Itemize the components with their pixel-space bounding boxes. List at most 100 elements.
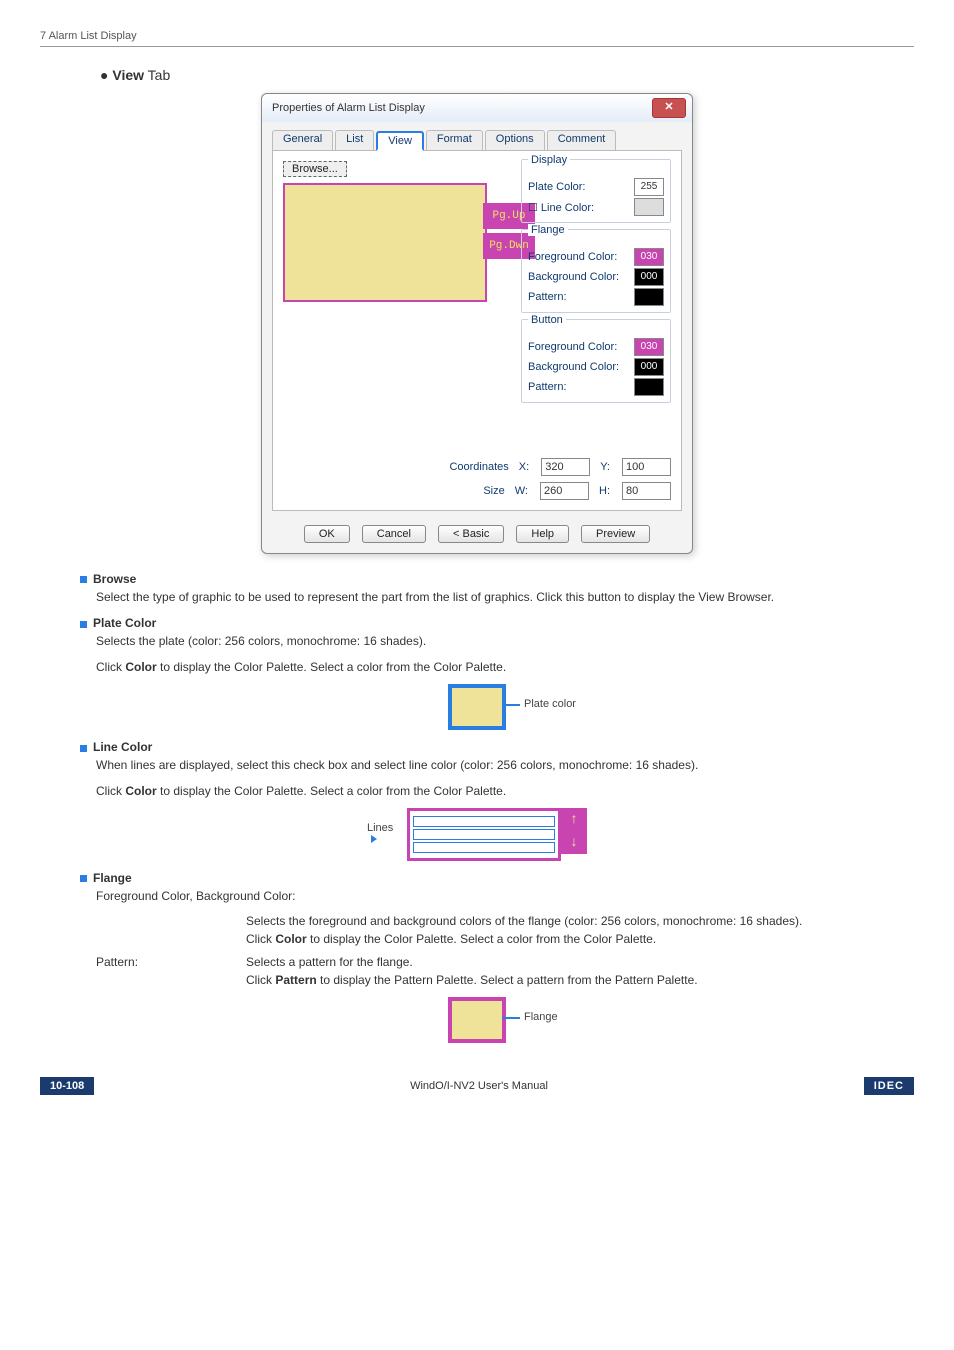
dialog-titlebar: Properties of Alarm List Display ✕ xyxy=(262,94,692,122)
close-icon[interactable]: ✕ xyxy=(652,98,686,118)
down-arrow-icon: ↓ xyxy=(561,831,587,854)
flange-figure-label: Flange xyxy=(524,1011,558,1023)
button-pattern-label: Pattern: xyxy=(528,381,567,393)
page-header: 7 Alarm List Display xyxy=(40,30,914,47)
button-bg-label: Background Color: xyxy=(528,361,619,373)
flange-row2-body: Selects a pattern for the flange. xyxy=(246,954,914,971)
w-input[interactable]: 260 xyxy=(540,482,589,500)
flange-heading: Flange xyxy=(80,871,914,885)
square-icon xyxy=(80,621,87,628)
flange-group: Flange Foreground Color: 030 Background … xyxy=(521,229,671,313)
flange-pattern-row-label: Pattern: xyxy=(96,954,246,989)
line-color-label: Line Color: xyxy=(541,202,594,214)
brand-badge: IDEC xyxy=(864,1077,914,1095)
line-heading: Line Color xyxy=(80,740,914,754)
button-bg-swatch[interactable]: 000 xyxy=(634,358,664,376)
tab-general[interactable]: General xyxy=(272,130,333,150)
x-input[interactable]: 320 xyxy=(541,458,590,476)
leader-line xyxy=(502,1017,520,1019)
basic-button[interactable]: < Basic xyxy=(438,525,504,543)
h-label: H: xyxy=(599,485,610,497)
w-label: W: xyxy=(515,485,528,497)
flange-figure: Flange xyxy=(448,997,506,1043)
coords-label: Coordinates xyxy=(449,461,508,473)
line-color-checkbox[interactable]: ☐ Line Color: xyxy=(528,201,594,214)
preview-area: Pg.Up Pg.Dwn xyxy=(283,183,487,302)
dialog-title: Properties of Alarm List Display xyxy=(272,102,425,114)
flange-pattern-label: Pattern: xyxy=(528,291,567,303)
plate-figure-label: Plate color xyxy=(524,698,576,710)
tab-content: Browse... Pg.Up Pg.Dwn Display Plate Col… xyxy=(272,151,682,511)
page-footer: 10-108 WindO/I-NV2 User's Manual IDEC xyxy=(0,1071,954,1101)
help-button[interactable]: Help xyxy=(516,525,569,543)
flange-legend: Flange xyxy=(528,224,568,236)
line-body-1: When lines are displayed, select this ch… xyxy=(96,757,914,774)
ok-button[interactable]: OK xyxy=(304,525,350,543)
section-title-rest: Tab xyxy=(144,67,170,83)
x-label: X: xyxy=(519,461,529,473)
coordinates-row: Coordinates X: 320 Y: 100 xyxy=(283,458,671,476)
button-pattern-swatch[interactable] xyxy=(634,378,664,396)
up-arrow-icon: ↑ xyxy=(561,808,587,831)
plate-heading: Plate Color xyxy=(80,616,914,630)
size-label: Size xyxy=(483,485,504,497)
flange-bg-swatch[interactable]: 000 xyxy=(634,268,664,286)
flange-row2-body2: Click Pattern to display the Pattern Pal… xyxy=(246,972,914,989)
plate-color-swatch[interactable]: 255 xyxy=(634,178,664,196)
section-title-bold: View xyxy=(112,67,144,83)
plate-figure: Plate color xyxy=(448,684,506,730)
tab-format[interactable]: Format xyxy=(426,130,483,150)
browse-heading: Browse xyxy=(80,572,914,586)
lines-figure: Lines ↑ ↓ xyxy=(367,808,587,861)
button-group: Button Foreground Color: 030 Background … xyxy=(521,319,671,403)
button-fg-swatch[interactable]: 030 xyxy=(634,338,664,356)
section-title: ● View Tab xyxy=(100,67,914,83)
cancel-button[interactable]: Cancel xyxy=(362,525,426,543)
h-input[interactable]: 80 xyxy=(622,482,671,500)
lines-figure-label: Lines xyxy=(367,822,401,846)
leader-line xyxy=(502,704,520,706)
flange-row2: Pattern: Selects a pattern for the flang… xyxy=(96,954,914,989)
y-label: Y: xyxy=(600,461,610,473)
flange-fg-swatch[interactable]: 030 xyxy=(634,248,664,266)
dialog-tabs: General List View Format Options Comment xyxy=(272,130,682,151)
flange-row1-body2: Click Color to display the Color Palette… xyxy=(246,931,914,948)
square-icon xyxy=(80,745,87,752)
bullet: ● xyxy=(100,67,108,83)
size-row: Size W: 260 H: 80 xyxy=(283,482,671,500)
square-icon xyxy=(80,576,87,583)
flange-row1-label: Foreground Color, Background Color: xyxy=(96,888,914,905)
flange-fg-label: Foreground Color: xyxy=(528,251,617,263)
flange-row1: Selects the foreground and background co… xyxy=(96,913,914,948)
line-row xyxy=(413,816,555,827)
right-column: Display Plate Color: 255 ☐ Line Color: F… xyxy=(521,159,671,409)
square-icon xyxy=(80,875,87,882)
line-body-2: Click Color to display the Color Palette… xyxy=(96,783,914,800)
line-color-swatch[interactable] xyxy=(634,198,664,216)
dialog-body: General List View Format Options Comment… xyxy=(262,122,692,515)
page-number: 10-108 xyxy=(40,1077,94,1095)
lines-preview-box xyxy=(407,808,561,861)
line-row xyxy=(413,829,555,840)
tab-view[interactable]: View xyxy=(376,131,424,151)
flange-pattern-swatch[interactable] xyxy=(634,288,664,306)
lines-buttons: ↑ ↓ xyxy=(561,808,587,861)
line-row xyxy=(413,842,555,853)
button-legend: Button xyxy=(528,314,566,326)
plate-color-label: Plate Color: xyxy=(528,181,585,193)
button-fg-label: Foreground Color: xyxy=(528,341,617,353)
tab-options[interactable]: Options xyxy=(485,130,545,150)
properties-dialog: Properties of Alarm List Display ✕ Gener… xyxy=(261,93,693,554)
y-input[interactable]: 100 xyxy=(622,458,671,476)
browse-button[interactable]: Browse... xyxy=(283,161,347,177)
flange-bg-label: Background Color: xyxy=(528,271,619,283)
footer-title: WindO/I-NV2 User's Manual xyxy=(410,1080,548,1092)
tab-list[interactable]: List xyxy=(335,130,374,150)
display-group: Display Plate Color: 255 ☐ Line Color: xyxy=(521,159,671,223)
tab-comment[interactable]: Comment xyxy=(547,130,617,150)
preview-button[interactable]: Preview xyxy=(581,525,650,543)
plate-body-1: Selects the plate (color: 256 colors, mo… xyxy=(96,633,914,650)
flange-row1-body: Selects the foreground and background co… xyxy=(246,913,914,930)
display-legend: Display xyxy=(528,154,570,166)
dialog-button-row: OK Cancel < Basic Help Preview xyxy=(262,515,692,553)
